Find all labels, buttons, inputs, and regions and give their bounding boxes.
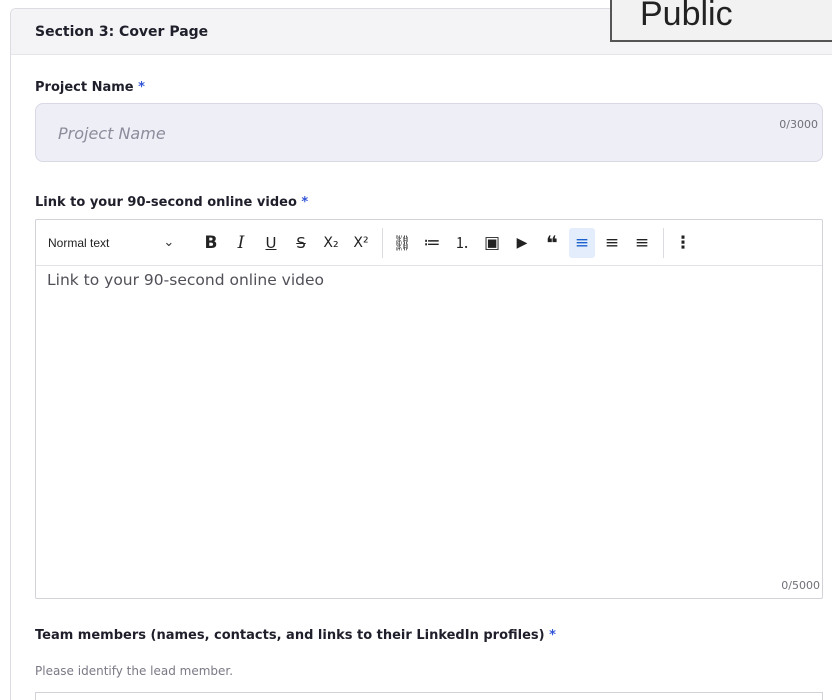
video-icon[interactable]: ▶ <box>509 228 535 258</box>
superscript-button[interactable]: X² <box>348 228 374 258</box>
italic-button[interactable]: I <box>228 228 254 258</box>
paragraph-style-value: Normal text <box>48 235 110 250</box>
video-link-label-text: Link to your 90-second online video <box>35 195 297 210</box>
team-members-editor[interactable] <box>35 692 823 700</box>
project-name-counter: 0/3000 <box>779 118 818 131</box>
required-asterisk: * <box>138 80 145 95</box>
bulleted-list-icon[interactable]: ≔ <box>419 228 445 258</box>
quote-icon[interactable]: ❝ <box>539 228 565 258</box>
underline-button[interactable]: U <box>258 228 284 258</box>
team-members-label-text: Team members (names, contacts, and links… <box>35 628 545 643</box>
more-options-icon[interactable]: ⋮ <box>670 228 696 258</box>
align-center-icon[interactable]: ≡ <box>599 228 625 258</box>
video-link-editor[interactable]: Normal text ⌄ B I U S X₂ X² ⛓ ≔ ⒈ ▣ ▶ ❝ … <box>35 219 823 599</box>
required-asterisk: * <box>549 628 556 643</box>
video-link-editor-content[interactable]: Link to your 90-second online video <box>47 270 807 550</box>
align-left-icon[interactable]: ≡ <box>569 227 595 258</box>
team-members-label: Team members (names, contacts, and links… <box>35 628 556 643</box>
video-link-label: Link to your 90-second online video * <box>35 195 308 210</box>
numbered-list-icon[interactable]: ⒈ <box>449 228 475 258</box>
chevron-down-icon: ⌄ <box>163 235 175 250</box>
required-asterisk: * <box>301 195 309 210</box>
project-name-label-text: Project Name <box>35 80 134 95</box>
image-icon[interactable]: ▣ <box>479 228 505 258</box>
bold-button[interactable]: B <box>198 228 224 258</box>
project-name-field[interactable]: 0/3000 <box>35 103 823 162</box>
section-title: Section 3: Cover Page <box>35 23 209 40</box>
toolbar-divider <box>382 227 383 258</box>
paragraph-style-select[interactable]: Normal text ⌄ <box>48 235 198 250</box>
project-name-input[interactable] <box>58 120 718 146</box>
align-right-icon[interactable]: ≡ <box>629 228 655 258</box>
strikethrough-button[interactable]: S <box>288 228 314 258</box>
editor-toolbar: Normal text ⌄ B I U S X₂ X² ⛓ ≔ ⒈ ▣ ▶ ❝ … <box>36 220 822 266</box>
video-link-counter: 0/5000 <box>781 579 820 592</box>
toolbar-divider <box>663 227 664 258</box>
subscript-button[interactable]: X₂ <box>318 228 344 258</box>
link-icon[interactable]: ⛓ <box>389 228 415 258</box>
project-name-label: Project Name * <box>35 80 145 95</box>
public-badge: Public <box>610 0 832 42</box>
team-members-help: Please identify the lead member. <box>35 664 234 678</box>
